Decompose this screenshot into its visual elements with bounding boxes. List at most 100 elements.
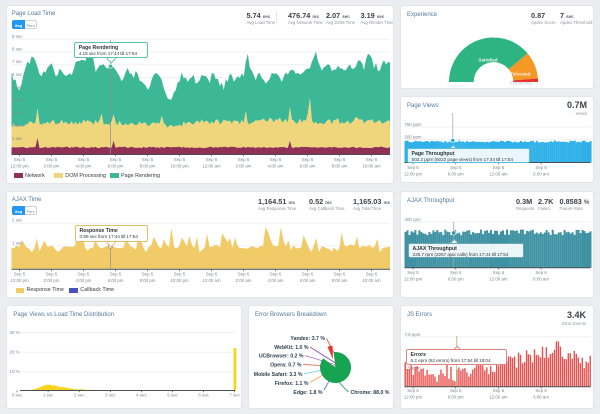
svg-text:12:00 am: 12:00 am [202, 278, 221, 283]
svg-text:Firefox: 1.1 %: Firefox: 1.1 % [275, 381, 309, 387]
svg-text:Sep 6: Sep 6 [366, 157, 378, 162]
svg-text:6 sec: 6 sec [12, 72, 23, 77]
svg-text:10 %: 10 % [10, 369, 20, 374]
svg-text:6:00 am: 6:00 am [533, 172, 549, 177]
svg-text:6:00 am: 6:00 am [533, 277, 549, 282]
svg-text:Sep 5: Sep 5 [46, 272, 58, 277]
svg-text:12:00 am: 12:00 am [202, 164, 221, 169]
svg-text:6:00 am: 6:00 am [533, 395, 549, 400]
svg-text:Sep 6: Sep 6 [238, 272, 250, 277]
svg-text:Sep 6: Sep 6 [334, 157, 346, 162]
svg-text:1 sec: 1 sec [43, 393, 54, 398]
svg-text:Sep 5: Sep 5 [450, 165, 462, 170]
svg-text:Sep 6: Sep 6 [334, 272, 346, 277]
svg-text:6:00 am: 6:00 am [300, 278, 316, 283]
svg-text:Sep 6: Sep 6 [493, 388, 505, 393]
svg-text:Sep 6: Sep 6 [493, 165, 505, 170]
svg-text:8:00 pm: 8:00 pm [140, 164, 156, 169]
svg-text:Sep 5: Sep 5 [142, 272, 154, 277]
svg-text:8:00 pm: 8:00 pm [140, 278, 156, 283]
svg-text:12:00 am: 12:00 am [489, 277, 508, 282]
svg-text:Sep 6: Sep 6 [366, 272, 378, 277]
svg-text:750 ppm: 750 ppm [405, 122, 422, 127]
svg-text:Tolerated: Tolerated [510, 72, 531, 77]
svg-text:Sep 6: Sep 6 [493, 270, 505, 275]
svg-text:2:00 pm: 2:00 pm [44, 164, 60, 169]
svg-text:2 sec: 2 sec [74, 393, 85, 398]
svg-text:12:00 pm: 12:00 pm [10, 164, 29, 169]
svg-text:Sep 5: Sep 5 [174, 272, 186, 277]
svg-text:Sep 5: Sep 5 [78, 157, 90, 162]
svg-text:Opera: 0.7 %: Opera: 0.7 % [270, 363, 302, 369]
svg-text:Sep 6: Sep 6 [270, 157, 282, 162]
svg-text:3 sec: 3 sec [12, 110, 23, 115]
svg-text:6:00 pm: 6:00 pm [448, 277, 464, 282]
svg-text:8:00 am: 8:00 am [332, 164, 348, 169]
svg-text:Sep 6: Sep 6 [270, 272, 282, 277]
svg-text:6:00 pm: 6:00 pm [448, 395, 464, 400]
svg-text:Sep 6: Sep 6 [535, 270, 547, 275]
svg-text:9 sec: 9 sec [12, 34, 23, 39]
svg-text:Sep 6: Sep 6 [302, 157, 314, 162]
svg-text:12:00 pm: 12:00 pm [404, 172, 423, 177]
svg-text:WebKit: 1.0 %: WebKit: 1.0 % [274, 345, 309, 351]
svg-text:Sep 5: Sep 5 [174, 157, 186, 162]
svg-text:6:00 pm: 6:00 pm [108, 278, 124, 283]
svg-text:Sep 6: Sep 6 [535, 165, 547, 170]
svg-text:4 sec: 4 sec [136, 393, 147, 398]
svg-text:Satisfied: Satisfied [478, 57, 497, 62]
svg-text:2 sec: 2 sec [12, 218, 23, 223]
svg-text:6 sec: 6 sec [198, 393, 209, 398]
svg-text:Sep 5: Sep 5 [110, 272, 122, 277]
svg-text:12:00 pm: 12:00 pm [404, 395, 423, 400]
svg-text:Sep 5: Sep 5 [78, 272, 90, 277]
svg-text:6:00 pm: 6:00 pm [108, 164, 124, 169]
svg-text:Sep 5: Sep 5 [14, 157, 26, 162]
svg-text:Frustrated: Frustrated [510, 80, 533, 85]
svg-text:5 sec: 5 sec [12, 85, 23, 90]
svg-text:Mobile Safari: 3.3 %: Mobile Safari: 3.3 % [254, 372, 303, 378]
svg-text:30 %: 30 % [10, 330, 20, 335]
svg-text:12:00 am: 12:00 am [489, 395, 508, 400]
svg-text:500 ppm: 500 ppm [405, 134, 422, 139]
svg-text:Chrome: 88.0 %: Chrome: 88.0 % [351, 390, 390, 396]
svg-text:8:00 am: 8:00 am [332, 278, 348, 283]
svg-text:10:00 am: 10:00 am [362, 164, 381, 169]
svg-text:8 sec: 8 sec [12, 47, 23, 52]
svg-text:4:00 pm: 4:00 pm [76, 278, 92, 283]
svg-text:4 sec: 4 sec [12, 98, 23, 103]
svg-text:Edge: 1.8 %: Edge: 1.8 % [293, 390, 323, 396]
svg-text:Sep 6: Sep 6 [302, 272, 314, 277]
svg-text:Sep 5: Sep 5 [14, 272, 26, 277]
svg-text:Sep 5: Sep 5 [407, 388, 419, 393]
svg-text:Sep 6: Sep 6 [206, 157, 218, 162]
svg-text:1 sec: 1 sec [12, 136, 23, 141]
svg-text:Sep 5: Sep 5 [142, 157, 154, 162]
svg-text:4:00 pm: 4:00 pm [76, 164, 92, 169]
svg-text:Sep 5: Sep 5 [450, 270, 462, 275]
svg-text:10:00 pm: 10:00 pm [170, 278, 189, 283]
svg-text:Sep 5: Sep 5 [110, 157, 122, 162]
svg-text:10:00 am: 10:00 am [362, 278, 381, 283]
svg-text:12:00 pm: 12:00 pm [404, 277, 423, 282]
svg-text:5 sec: 5 sec [167, 393, 178, 398]
svg-text:2 sec: 2 sec [12, 123, 23, 128]
svg-text:Sep 5: Sep 5 [450, 388, 462, 393]
svg-text:Sep 6: Sep 6 [206, 272, 218, 277]
svg-text:Sep 6: Sep 6 [238, 157, 250, 162]
svg-text:7 sec: 7 sec [12, 59, 23, 64]
svg-text:4:00 am: 4:00 am [268, 278, 284, 283]
svg-text:0 sec: 0 sec [12, 393, 23, 398]
svg-text:Sep 6: Sep 6 [535, 388, 547, 393]
svg-text:1 sec: 1 sec [12, 241, 23, 246]
svg-text:Yandex: 3.7 %: Yandex: 3.7 % [290, 336, 325, 342]
svg-text:2:00 am: 2:00 am [236, 164, 252, 169]
svg-text:7.5 epm: 7.5 epm [405, 332, 421, 337]
svg-text:6:00 am: 6:00 am [300, 164, 316, 169]
svg-text:Sep 5: Sep 5 [407, 165, 419, 170]
svg-text:Sep 5: Sep 5 [407, 270, 419, 275]
svg-text:12:00 am: 12:00 am [489, 172, 508, 177]
svg-text:6:00 pm: 6:00 pm [448, 172, 464, 177]
svg-text:20 %: 20 % [10, 350, 20, 355]
svg-text:2:00 pm: 2:00 pm [44, 278, 60, 283]
